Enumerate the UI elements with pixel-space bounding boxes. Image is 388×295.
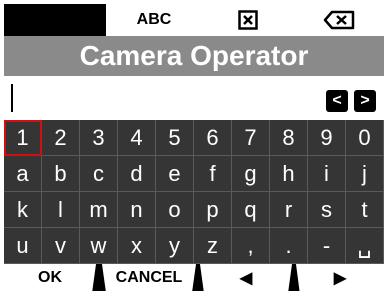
key-u[interactable]: u [4, 228, 42, 264]
key-j[interactable]: j [346, 156, 384, 192]
chevron-left-icon: < [332, 92, 342, 109]
key-4[interactable]: 4 [118, 120, 156, 156]
key-r[interactable]: r [270, 192, 308, 228]
key-0[interactable]: 0 [346, 120, 384, 156]
key-1[interactable]: 1 [4, 120, 42, 156]
text-caret [11, 84, 13, 112]
key-space[interactable]: ␣ [346, 228, 384, 264]
key-s[interactable]: s [308, 192, 346, 228]
ok-button[interactable]: OK [4, 264, 96, 291]
key-a[interactable]: a [4, 156, 42, 192]
triangle-left-icon: ◀ [239, 269, 253, 287]
key-f[interactable]: f [194, 156, 232, 192]
key-6[interactable]: 6 [194, 120, 232, 156]
key-l[interactable]: l [42, 192, 80, 228]
key-9[interactable]: 9 [308, 120, 346, 156]
tab-abc[interactable]: ABC [106, 4, 202, 36]
key-5[interactable]: 5 [156, 120, 194, 156]
keyboard-dialog: ABC Camera Operator < > 1234567890 a b c … [4, 4, 384, 291]
key-i[interactable]: i [308, 156, 346, 192]
key-c[interactable]: c [80, 156, 118, 192]
cursor-right-button[interactable]: > [354, 90, 376, 112]
key-period[interactable]: . [270, 228, 308, 264]
key-3[interactable]: 3 [80, 120, 118, 156]
key-n[interactable]: n [118, 192, 156, 228]
key-dash[interactable]: - [308, 228, 346, 264]
chevron-right-icon: > [360, 92, 370, 109]
ok-label: OK [38, 268, 62, 286]
key-t[interactable]: t [346, 192, 384, 228]
key-v[interactable]: v [42, 228, 80, 264]
key-e[interactable]: e [156, 156, 194, 192]
key-8[interactable]: 8 [270, 120, 308, 156]
key-k[interactable]: k [4, 192, 42, 228]
top-tab-bar: ABC [4, 4, 384, 36]
key-2[interactable]: 2 [42, 120, 80, 156]
key-x[interactable]: x [118, 228, 156, 264]
key-comma[interactable]: , [232, 228, 270, 264]
key-y[interactable]: y [156, 228, 194, 264]
key-m[interactable]: m [80, 192, 118, 228]
cancel-label: CANCEL [115, 268, 183, 286]
key-d[interactable]: d [118, 156, 156, 192]
key-w[interactable]: w [80, 228, 118, 264]
key-o[interactable]: o [156, 192, 194, 228]
key-z[interactable]: z [194, 228, 232, 264]
key-h[interactable]: h [270, 156, 308, 192]
key-b[interactable]: b [42, 156, 80, 192]
bottom-button-bar: OK CANCEL ◀ ▶ [4, 264, 384, 291]
key-7[interactable]: 7 [232, 120, 270, 156]
page-title: Camera Operator [4, 36, 384, 76]
key-g[interactable]: g [232, 156, 270, 192]
onscreen-keyboard: 1 2 3 4 5 6 7 8 9 0 a b c d e f g h i j k l m n o p q r s t u v w x y z,. - ␣ [4, 120, 384, 264]
text-input-field[interactable]: < > [4, 76, 384, 120]
backspace-icon [323, 10, 355, 30]
tab-spacer [4, 4, 106, 36]
cancel-button[interactable]: CANCEL [102, 264, 196, 291]
key-q[interactable]: q [232, 192, 270, 228]
clear-button[interactable] [202, 4, 294, 36]
page-right-button[interactable]: ▶ [296, 264, 384, 291]
page-left-button[interactable]: ◀ [200, 264, 292, 291]
triangle-right-icon: ▶ [333, 269, 347, 287]
cursor-left-button[interactable]: < [326, 90, 348, 112]
backspace-button[interactable] [294, 4, 384, 36]
key-p[interactable]: p [194, 192, 232, 228]
x-box-icon [238, 10, 258, 30]
tab-abc-label: ABC [136, 11, 172, 28]
